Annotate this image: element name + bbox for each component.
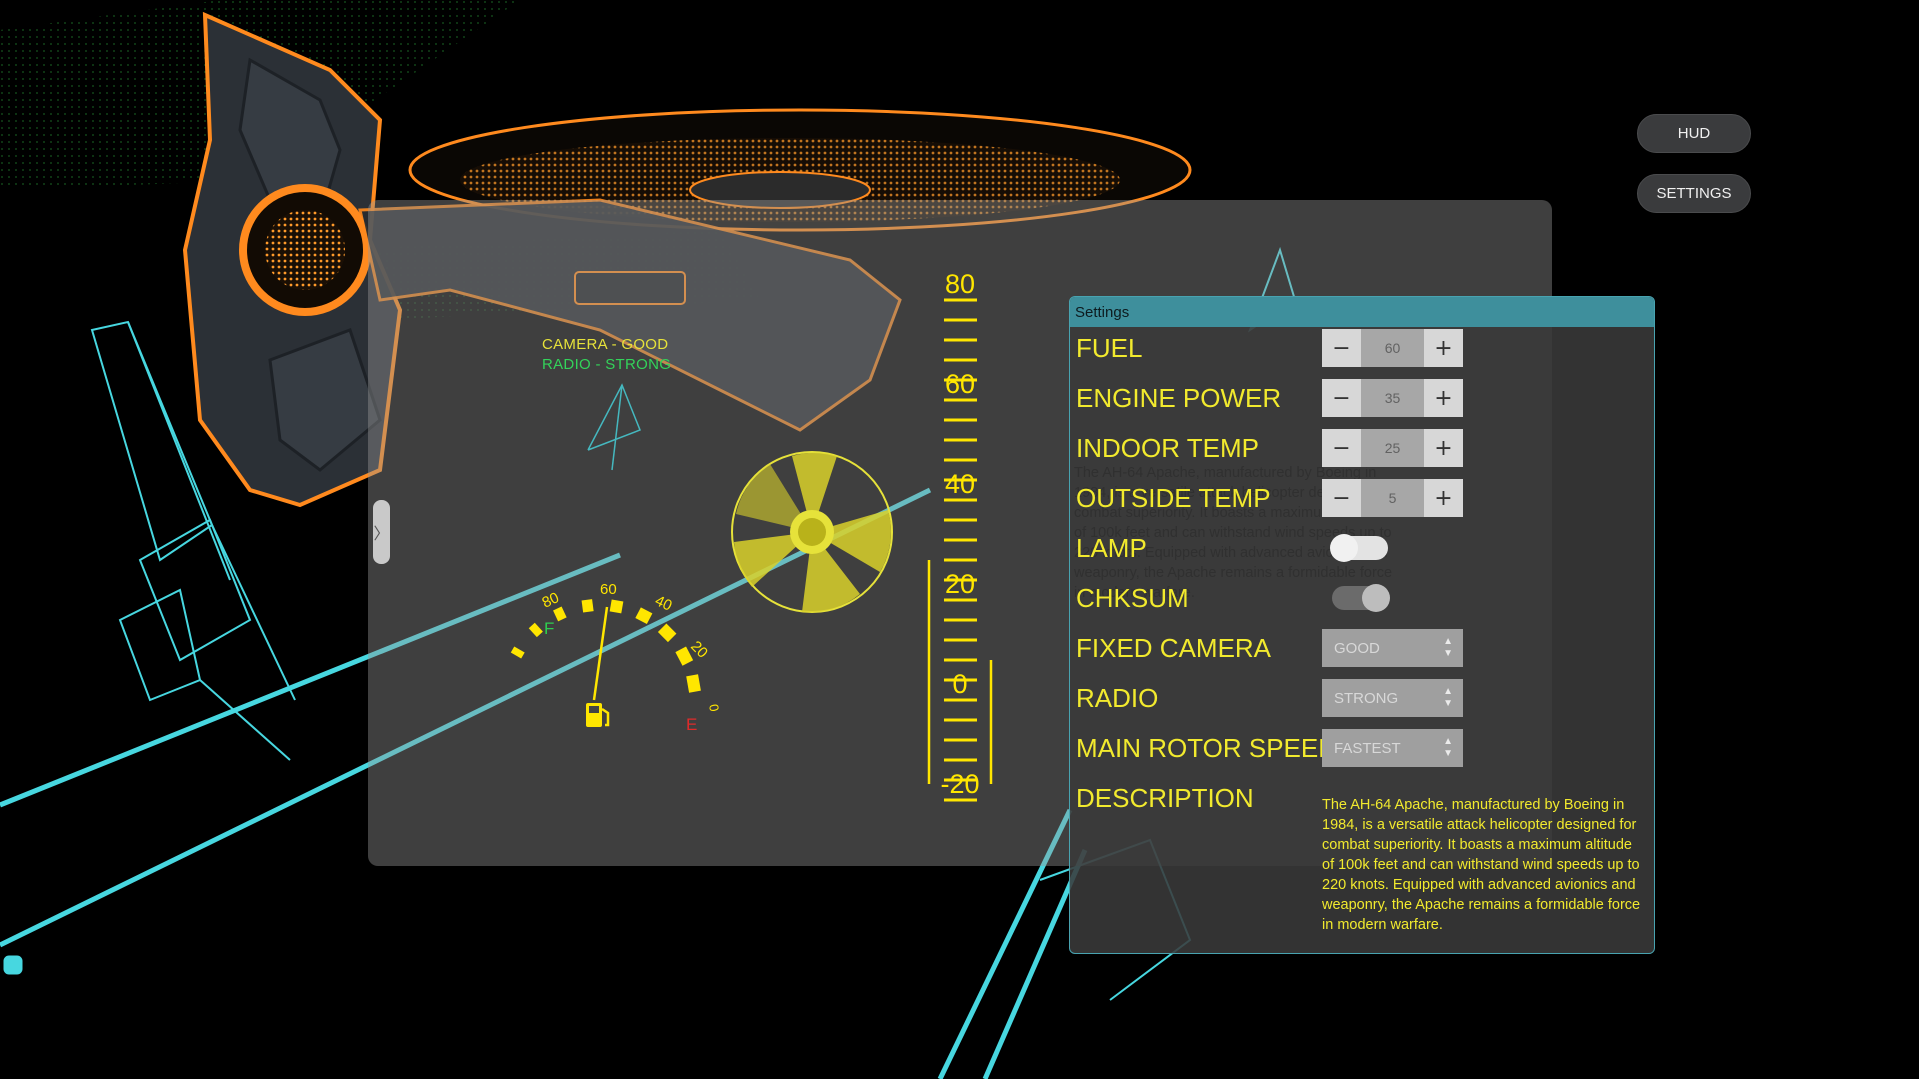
engine-power-label: ENGINE POWER: [1076, 383, 1282, 413]
fuel-scale-label-60: 60: [600, 581, 617, 598]
fuel-gauge-segment: [553, 606, 567, 622]
fuel-gauge: F E 80 60 40 20 0: [510, 581, 722, 734]
fuel-stepper[interactable]: − 60 +: [1322, 329, 1463, 367]
fixed-camera-value: GOOD: [1334, 639, 1380, 657]
fuel-gauge-segment: [581, 599, 594, 613]
altitude-tape: 80 60 40 20 0 -20: [927, 269, 993, 802]
outside-temp-stepper[interactable]: − 5 +: [1322, 479, 1463, 517]
description-label: DESCRIPTION: [1076, 783, 1254, 813]
outside-temp-decrement-button[interactable]: −: [1322, 479, 1361, 517]
engine-power-stepper[interactable]: − 35 +: [1322, 379, 1463, 417]
altitude-label-minus-20: -20: [940, 769, 979, 799]
indoor-temp-label: INDOOR TEMP: [1076, 433, 1259, 463]
indoor-temp-increment-button[interactable]: +: [1424, 429, 1463, 467]
main-rotor-speed-value: FASTEST: [1334, 739, 1401, 757]
fuel-gauge-segment: [510, 646, 525, 659]
outside-temp-label: OUTSIDE TEMP: [1076, 483, 1271, 513]
radio-select[interactable]: STRONG ▲ ▼: [1322, 679, 1463, 717]
fuel-gauge-segment: [686, 674, 701, 693]
fuel-full-label: F: [544, 619, 554, 638]
description-text: The AH-64 Apache, manufactured by Boeing…: [1322, 797, 1641, 933]
engine-power-value[interactable]: 35: [1361, 379, 1424, 417]
radio-value: STRONG: [1334, 689, 1399, 707]
target-wireframe: [587, 383, 641, 471]
fuel-scale-label-40: 40: [652, 592, 674, 614]
altitude-label-80: 80: [945, 269, 975, 299]
altitude-label-60: 60: [945, 369, 975, 399]
altitude-label-0: 0: [952, 669, 967, 699]
lamp-label: LAMP: [1076, 533, 1147, 563]
fuel-pump-icon: [586, 703, 610, 727]
settings-title: Settings: [1070, 297, 1654, 327]
radio-label: RADIO: [1076, 683, 1159, 713]
fixed-camera-select[interactable]: GOOD ▲ ▼: [1322, 629, 1463, 667]
outside-temp-increment-button[interactable]: +: [1424, 479, 1463, 517]
indoor-temp-stepper[interactable]: − 25 +: [1322, 429, 1463, 467]
altitude-label-40: 40: [945, 469, 975, 499]
engine-power-increment-button[interactable]: +: [1424, 379, 1463, 417]
altitude-label-20: 20: [945, 569, 975, 599]
up-down-chevron-icon: ▲ ▼: [1443, 736, 1453, 759]
main-rotor-speed-label: MAIN ROTOR SPEED: [1076, 733, 1338, 763]
rotor-fan-icon: [731, 451, 893, 613]
indoor-temp-decrement-button[interactable]: −: [1322, 429, 1361, 467]
fuel-value[interactable]: 60: [1361, 329, 1424, 367]
fuel-scale-label-0: 0: [706, 703, 722, 713]
fuel-gauge-segment: [609, 599, 624, 614]
fuel-empty-label: E: [686, 715, 697, 734]
lamp-toggle-knob: [1330, 534, 1358, 562]
fuel-gauge-segment: [635, 607, 653, 625]
chksum-toggle-knob: [1362, 584, 1390, 612]
indoor-temp-value[interactable]: 25: [1361, 429, 1424, 467]
fuel-increment-button[interactable]: +: [1424, 329, 1463, 367]
fuel-label: FUEL: [1076, 333, 1143, 363]
lamp-toggle[interactable]: [1330, 534, 1388, 562]
chksum-label: CHKSUM: [1076, 583, 1189, 613]
chksum-toggle[interactable]: [1332, 584, 1390, 612]
settings-button[interactable]: SETTINGS: [1637, 174, 1751, 213]
settings-window: Settings The AH-64 Apache, manufactured …: [1069, 296, 1655, 954]
fuel-gauge-segment: [657, 623, 677, 643]
fuel-gauge-segment: [528, 622, 543, 638]
fuel-decrement-button[interactable]: −: [1322, 329, 1361, 367]
outside-temp-value[interactable]: 5: [1361, 479, 1424, 517]
up-down-chevron-icon: ▲ ▼: [1443, 636, 1453, 659]
fixed-camera-label: FIXED CAMERA: [1076, 633, 1272, 663]
main-rotor-speed-select[interactable]: FASTEST ▲ ▼: [1322, 729, 1463, 767]
engine-power-decrement-button[interactable]: −: [1322, 379, 1361, 417]
hud-button[interactable]: HUD: [1637, 114, 1751, 153]
up-down-chevron-icon: ▲ ▼: [1443, 686, 1453, 709]
